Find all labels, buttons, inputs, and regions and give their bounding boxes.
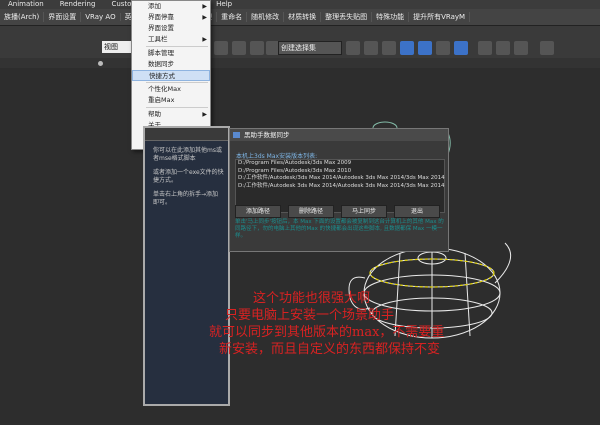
context-menu-item[interactable]: 数据同步 [132,59,210,70]
plugin-tab[interactable]: 整理丢失贴图 [321,12,373,22]
schematic-icon[interactable] [436,41,450,55]
context-menu-label: 界面设置 [148,24,174,32]
exit-button[interactable]: 退出 [394,205,440,218]
context-menu-label: 添加 [148,2,161,10]
selection-set-dropdown[interactable]: 创建选择集 [278,41,342,55]
layer-icon[interactable] [382,41,396,55]
annotation-line-4: 新安装，而且自定义的东西都保持不变 [219,342,441,357]
app-icon [233,132,240,138]
side-panel-text-3: 单击右上角的拆手→添加即可。 [153,191,219,206]
ribbon-strip [0,58,600,68]
context-menu-label: 个性化Max [148,85,181,93]
context-menu-item[interactable]: 帮助 ▶ [132,109,210,120]
context-menu-item[interactable]: 重启Max [132,95,210,106]
submenu-arrow-icon: ▶ [202,111,207,118]
plugin-tab[interactable]: 随机修改 [247,12,285,22]
curve-editor-icon[interactable] [418,41,432,55]
data-sync-dialog: 黑助手数据同步 本机上3ds Max安装版本列表: D:/Program Fil… [229,128,449,252]
script-side-panel: 你可以在此添加其他ms或者mse格式脚本 或者添加一个exe文件的快捷方式。 单… [143,126,230,406]
menu-separator [146,46,208,47]
ribbon-dot-icon[interactable] [98,61,103,66]
main-toolbar: 视图 创建选择集 [0,26,600,59]
menu-item[interactable]: Rendering [52,0,104,9]
add-path-button[interactable]: 添加路径 [235,205,281,218]
submenu-arrow-icon: ▶ [202,3,207,10]
annotation-line-2: 只要电脑上安装一个场景助手 [225,308,395,323]
unlink-icon[interactable] [232,41,246,55]
menu-separator [146,82,208,83]
context-menu-label: 脚本管理 [148,49,174,57]
bind-icon[interactable] [250,41,264,55]
plugin-tab[interactable]: VRay AO [81,13,121,21]
sync-now-button[interactable]: 马上同步 [341,205,387,218]
annotation-text: 这个功能也很强大啊 只要电脑上安装一个场景助手 就可以同步到其他版本的max，不… [205,290,505,358]
plugin-tab[interactable]: 重命名 [217,12,248,22]
menu-item[interactable]: Help [208,0,240,9]
menu-separator [146,107,208,108]
context-menu-item[interactable]: 界面停靠 ▶ [132,12,210,23]
dialog-titlebar[interactable]: 黑助手数据同步 [230,129,448,141]
sync-note: 单击'马上同步'按钮后，本 Max 下面的设置都会被复制到这台计算机上的其他 M… [235,219,444,239]
submenu-arrow-icon: ▶ [202,14,207,21]
render-frame-icon[interactable] [496,41,510,55]
context-menu-item[interactable]: 添加 ▶ [132,1,210,12]
submenu-arrow-icon: ▶ [202,36,207,43]
plugin-tab-bar: 族播(Arch)界面设置VRay AO英文VRay AOVRay 代理重命名随机… [0,9,600,26]
plugin-tab[interactable]: 提升所有VRayM [409,12,471,22]
view-dropdown[interactable]: 视图 [102,41,134,53]
link-icon[interactable] [214,41,228,55]
side-panel-text-2: 或者添加一个exe文件的快捷方式。 [153,169,224,184]
plugin-tab[interactable]: 特殊功能 [372,12,410,22]
annotation-line-1: 这个功能也很强大啊 [253,291,371,306]
context-menu-item[interactable]: 快捷方式 [132,70,210,81]
plugin-tab[interactable]: 族播(Arch) [0,12,45,22]
align-icon[interactable] [364,41,378,55]
plugin-tab[interactable]: 界面设置 [44,12,82,22]
context-menu-label: 帮助 [148,110,161,118]
annotation-line-3: 就可以同步到其他版本的max，不需要重 [209,325,445,340]
dialog-title: 黑助手数据同步 [244,131,290,139]
side-panel-titlebar[interactable] [145,128,228,141]
context-menu-item[interactable]: 个性化Max [132,84,210,95]
context-menu-label: 界面停靠 [148,13,174,21]
material-editor-icon[interactable] [454,41,468,55]
context-menu-label: 工具栏 [148,35,168,43]
vray-icon[interactable] [540,41,554,55]
path-list-item[interactable]: D:/Program Files/Autodesk/3ds Max 2009 [236,160,444,168]
context-menu-label: 快捷方式 [149,72,175,80]
menu-bar: AnimationRenderingCustomizeMAXScriptHelp [0,0,600,9]
context-menu-item[interactable]: 工具栏 ▶ [132,34,210,45]
menu-item[interactable]: Animation [0,0,52,9]
context-menu-label: 数据同步 [148,60,174,68]
path-list-item[interactable]: D:/工作软件/Autodesk/3ds Max 2014/Autodesk 3… [236,175,445,183]
plugin-tab[interactable]: 材质转换 [284,12,322,22]
mirror-icon[interactable] [346,41,360,55]
context-menu-item[interactable]: 脚本管理 [132,48,210,59]
render-setup-icon[interactable] [478,41,492,55]
path-list-item[interactable]: D:/工作软件/Autodesk 3ds Max 2014/Autodesk 3… [236,183,445,191]
context-menu-label: 重启Max [148,96,175,104]
delete-path-button[interactable]: 删除路径 [288,205,334,218]
side-panel-text-1: 你可以在此添加其他ms或者mse格式脚本 [153,147,222,162]
path-list-item[interactable]: D:/Program Files/Autodesk/3ds Max 2010 [236,168,444,176]
context-menu-item[interactable]: 界面设置 [132,23,210,34]
scene-explorer-icon[interactable] [400,41,414,55]
render-icon[interactable] [514,41,528,55]
